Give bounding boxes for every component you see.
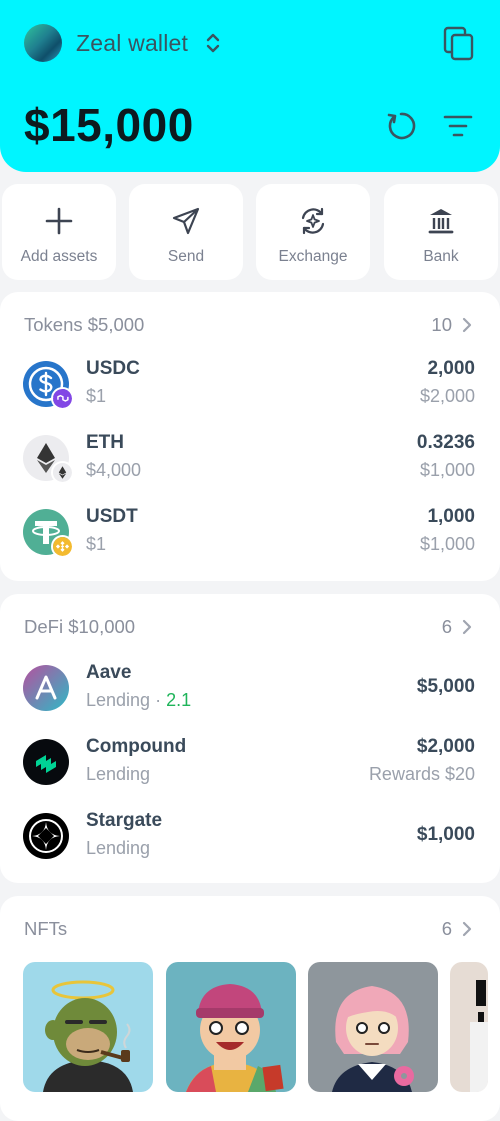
defi-row-stargate[interactable]: Stargate Lending $1,000: [0, 806, 500, 866]
quick-actions: Add assets Send Exchange Bank: [0, 184, 500, 280]
send-button[interactable]: Send: [129, 184, 243, 280]
protocol-type: Lending: [86, 838, 151, 858]
total-balance: $15,000: [24, 99, 194, 151]
pink-hair-nft-image[interactable]: [308, 962, 438, 1092]
chevron-right-icon: [462, 619, 472, 635]
token-price: $1: [86, 386, 107, 406]
protocol-value: $5,000: [416, 676, 475, 697]
defi-count: 6: [441, 616, 452, 637]
exchange-button[interactable]: Exchange: [256, 184, 370, 280]
beanie-nft-image[interactable]: [166, 962, 296, 1092]
defi-row-compound[interactable]: Compound Lending $2,000 Rewards $20: [0, 732, 500, 792]
wallet-header: Zeal wallet $15,000: [0, 0, 500, 172]
bank-icon: [428, 209, 454, 234]
protocol-name: Aave: [86, 662, 132, 683]
action-label: Add assets: [20, 248, 98, 265]
nfts-see-all[interactable]: 6: [442, 918, 472, 940]
refresh-icon[interactable]: [385, 110, 417, 142]
token-price: $1: [86, 534, 107, 554]
tokens-see-all[interactable]: 10: [431, 314, 472, 336]
token-row-usdt[interactable]: USDT $1 1,000 $1,000: [0, 502, 500, 562]
token-row-eth[interactable]: ETH $4,000 0.3236 $1,000: [0, 428, 500, 488]
protocol-type: Lending: [86, 764, 151, 784]
defi-heading: DeFi $10,000: [24, 616, 136, 637]
polygon-icon: [51, 387, 74, 410]
wallet-selector[interactable]: Zeal wallet: [24, 24, 222, 62]
token-amount: 1,000: [427, 506, 475, 527]
token-value: $1,000: [419, 534, 475, 554]
token-symbol: USDC: [86, 358, 140, 379]
protocol-name: Compound: [86, 736, 187, 757]
token-amount: 0.3236: [416, 432, 475, 453]
nfts-count: 6: [441, 918, 452, 939]
tokens-heading: Tokens $5,000: [24, 314, 145, 335]
bnb-icon: [51, 535, 74, 558]
bank-button[interactable]: Bank: [384, 184, 498, 280]
token-price: $4,000: [86, 460, 142, 480]
action-label: Send: [167, 248, 205, 265]
chevron-up-down-icon: [204, 31, 222, 55]
action-label: Exchange: [278, 248, 348, 265]
exchange-icon: [301, 207, 325, 235]
aave-icon: [23, 665, 69, 711]
token-value: $1,000: [419, 460, 475, 480]
protocol-rewards: Rewards $20: [368, 764, 475, 784]
token-symbol: ETH: [86, 432, 124, 453]
protocol-value: $2,000: [416, 736, 475, 757]
wallet-avatar: [24, 24, 62, 62]
tokens-card: Tokens $5,000 10 USDC $1 2,000 $2,000 ET…: [0, 292, 500, 581]
nfts-card: NFTs 6: [0, 896, 500, 1121]
wallet-name: Zeal wallet: [76, 29, 189, 56]
ethereum-icon: [51, 461, 74, 484]
copy-icon[interactable]: [442, 26, 476, 62]
compound-icon: [23, 739, 69, 785]
action-label: Bank: [423, 248, 459, 265]
protocol-value: $1,000: [416, 824, 475, 845]
chevron-right-icon: [462, 921, 472, 937]
filter-icon[interactable]: [443, 112, 473, 140]
token-value: $2,000: [419, 386, 475, 406]
stargate-icon: [23, 813, 69, 859]
nfts-heading: NFTs: [24, 918, 68, 939]
plus-icon: [45, 207, 73, 235]
partial-nft-image[interactable]: [450, 962, 488, 1092]
chevron-right-icon: [462, 317, 472, 333]
token-symbol: USDT: [86, 506, 138, 527]
defi-see-all[interactable]: 6: [442, 616, 472, 638]
protocol-name: Stargate: [86, 810, 163, 831]
defi-row-aave[interactable]: Aave Lending · 2.1 $5,000: [0, 658, 500, 718]
ape-nft-image[interactable]: [23, 962, 153, 1092]
tokens-count: 10: [431, 314, 452, 335]
apy-value: 2.1: [166, 690, 192, 710]
token-amount: 2,000: [427, 358, 475, 379]
protocol-type: Lending · 2.1: [86, 690, 192, 710]
add-assets-button[interactable]: Add assets: [2, 184, 116, 280]
token-row-usdc[interactable]: USDC $1 2,000 $2,000: [0, 354, 500, 414]
defi-card: DeFi $10,000 6 Aave Lending · 2.1 $5,000…: [0, 594, 500, 883]
send-icon: [172, 207, 200, 235]
